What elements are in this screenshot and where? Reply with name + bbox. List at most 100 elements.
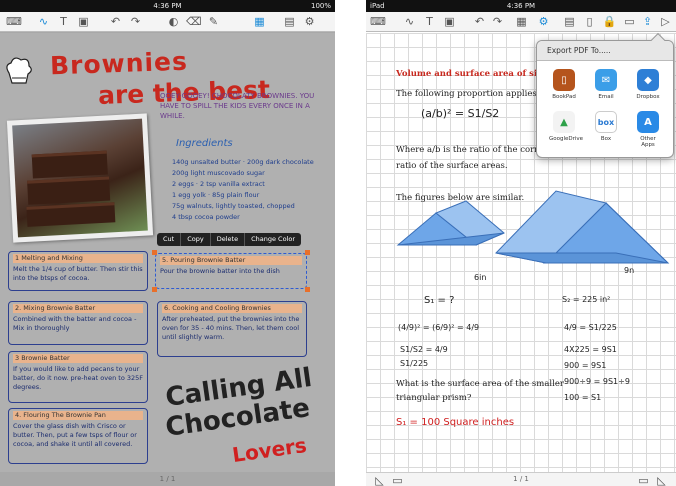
eraser-icon[interactable]: ⌫: [186, 14, 202, 29]
step-heading: 5. Pouring Brownie Batter: [160, 256, 302, 265]
change-color-menu-item[interactable]: Change Color: [245, 233, 301, 246]
undo-icon[interactable]: ↶: [108, 14, 123, 29]
other-apps-button[interactable]: A Other Apps: [633, 111, 663, 148]
brownie-middle: [27, 176, 111, 205]
step-box-5-selected[interactable]: 5. Pouring Brownie Batter Pour the brown…: [152, 250, 310, 292]
pen-icon[interactable]: ∿: [36, 14, 51, 29]
brownie-top: [31, 150, 108, 179]
page-icon[interactable]: ▯: [582, 14, 597, 29]
resize-handle[interactable]: [305, 287, 310, 292]
text-icon[interactable]: T: [422, 14, 437, 29]
step-box-4[interactable]: 4. Flouring The Brownie Pan Cover the gl…: [8, 408, 148, 464]
toolbar: ⌨ ∿ T ▣ ↶ ↷ ◐ ⌫ ✎ ▦ ▤ ⚙: [0, 12, 335, 32]
page-indicator: 1 / 1: [513, 475, 529, 483]
status-time: 4:36 PM: [153, 2, 182, 10]
app-label: BookPad: [552, 94, 576, 100]
step-box-1[interactable]: 1 Melting and Mixing Melt the 1/4 cup of…: [8, 251, 148, 291]
dropbox-app-button[interactable]: ◆ Dropbox: [633, 69, 663, 100]
tagline: Ooey-gooey! chocolaty brownies. You have…: [160, 92, 315, 120]
grid-icon[interactable]: ▦: [514, 14, 529, 29]
step-box-6[interactable]: 6. Cooking and Cooling Brownies After pr…: [157, 301, 307, 357]
equation: 4/9 = S1/225: [564, 323, 617, 332]
copy-menu-item[interactable]: Copy: [181, 233, 211, 246]
bookpad-app-button[interactable]: ▯ BookPad: [549, 69, 579, 100]
popover-title: Export PDF To.....: [537, 41, 673, 61]
right-screenshot: iPad 4:36 PM ⌨ ∿ T ▣ ↶ ↷ ▦ ⚙ ▤ ▯ 🔒 ▭ ⇪ ▷…: [366, 0, 676, 486]
ingredient-item: 75g walnuts, lightly toasted, chopped: [172, 202, 295, 210]
step-body: Melt the 1/4 cup of butter. Then stir th…: [13, 265, 143, 282]
note-title-line1: Brownies: [49, 46, 189, 81]
body-text: ratio of the surface areas.: [396, 161, 508, 171]
question-text: triangular prism?: [396, 393, 472, 403]
answer-text: S₁ = 100 Square inches: [396, 417, 515, 428]
ingredient-item: 140g unsalted butter · 200g dark chocola…: [172, 158, 314, 166]
undo-icon[interactable]: ↶: [472, 14, 487, 29]
resize-handle[interactable]: [305, 250, 310, 255]
battery-indicator: 100%: [310, 2, 331, 10]
delete-menu-item[interactable]: Delete: [211, 233, 246, 246]
image-icon[interactable]: ▣: [76, 14, 91, 29]
step-heading: 6. Cooking and Cooling Brownies: [162, 304, 302, 313]
chef-hat-icon: [6, 57, 32, 84]
export-popover: Export PDF To..... ▯ BookPad ✉ Email ◆ D…: [536, 32, 674, 158]
highlighter-icon[interactable]: ✎: [206, 14, 221, 29]
fullscreen-icon[interactable]: ▭: [636, 473, 651, 486]
document-icon[interactable]: ▤: [282, 14, 297, 29]
grid-icon[interactable]: ▦: [252, 14, 267, 29]
box-app-button[interactable]: box Box: [591, 111, 621, 142]
redo-icon[interactable]: ↷: [128, 14, 143, 29]
equation: 900 = 9S1: [564, 361, 607, 370]
app-label: Other Apps: [640, 136, 656, 148]
box-icon: box: [595, 111, 617, 133]
bottom-bar: ◺ ▭ 1 / 1 ▭ ◺: [366, 472, 676, 486]
play-icon[interactable]: ▷: [658, 14, 673, 29]
lock-icon[interactable]: 🔒: [602, 14, 617, 29]
zoom-icon[interactable]: ◺: [654, 473, 669, 486]
ingredient-item: 1 egg yolk · 85g plain flour: [172, 191, 260, 199]
cut-menu-item[interactable]: Cut: [157, 233, 182, 246]
bookpad-icon: ▯: [553, 69, 575, 91]
step-heading: 2. Mixing Brownie Batter: [13, 304, 143, 313]
s1-label: S₁ = ?: [424, 295, 455, 306]
step-heading: 3 Brownie Batter: [13, 354, 143, 363]
color-picker-icon[interactable]: ◐: [166, 14, 181, 29]
big-text-line3: Lovers: [230, 432, 309, 468]
status-time: 4:36 PM: [506, 2, 536, 10]
ingredient-item: 200g light muscovado sugar: [172, 169, 265, 177]
keyboard-icon[interactable]: ⌨: [370, 14, 386, 29]
brownie-photo[interactable]: [6, 113, 154, 243]
prisms-figure: [396, 190, 670, 264]
ingredients-list: 140g unsalted butter · 200g dark chocola…: [172, 157, 332, 223]
photo-image: [12, 118, 148, 238]
step-box-2[interactable]: 2. Mixing Brownie Batter Combined with t…: [8, 301, 148, 345]
app-label: Email: [598, 94, 614, 100]
share-icon[interactable]: ⇪: [640, 14, 655, 29]
app-label: Box: [600, 136, 612, 142]
text-icon[interactable]: T: [56, 14, 71, 29]
document-icon[interactable]: ▤: [562, 14, 577, 29]
image-icon[interactable]: ▣: [442, 14, 457, 29]
pen-icon[interactable]: ∿: [402, 14, 417, 29]
ingredient-item: 4 tbsp cocoa powder: [172, 213, 240, 221]
step-heading: 1 Melting and Mixing: [13, 254, 143, 263]
keyboard-icon[interactable]: ⌨: [6, 14, 22, 29]
email-app-button[interactable]: ✉ Email: [591, 69, 621, 100]
dimension-label-6in: 6in: [474, 273, 487, 282]
step-heading: 4. Flouring The Brownie Pan: [13, 411, 143, 420]
equation: S1/S2 = 4/9: [400, 345, 448, 354]
question-text: What is the surface area of the smaller: [396, 379, 564, 389]
resize-handle[interactable]: [152, 287, 157, 292]
step-box-3[interactable]: 3 Brownie Batter If you would like to ad…: [8, 351, 148, 403]
ingredient-item: 2 eggs · 2 tsp vanilla extract: [172, 180, 265, 188]
toolbar: ⌨ ∿ T ▣ ↶ ↷ ▦ ⚙ ▤ ▯ 🔒 ▭ ⇪ ▷: [366, 12, 676, 32]
resize-handle[interactable]: [152, 250, 157, 255]
googledrive-app-button[interactable]: ▲ GoogleDrive: [549, 111, 583, 142]
folder-icon[interactable]: ▭: [622, 14, 637, 29]
s2-label: S₂ = 225 in²: [562, 295, 611, 304]
body-text: The following proportion applies t: [396, 89, 543, 99]
settings-icon[interactable]: ⚙: [536, 14, 551, 29]
brownie-bottom: [26, 202, 116, 227]
settings-icon[interactable]: ⚙: [302, 14, 317, 29]
redo-icon[interactable]: ↷: [490, 14, 505, 29]
app-label: Dropbox: [636, 94, 660, 100]
